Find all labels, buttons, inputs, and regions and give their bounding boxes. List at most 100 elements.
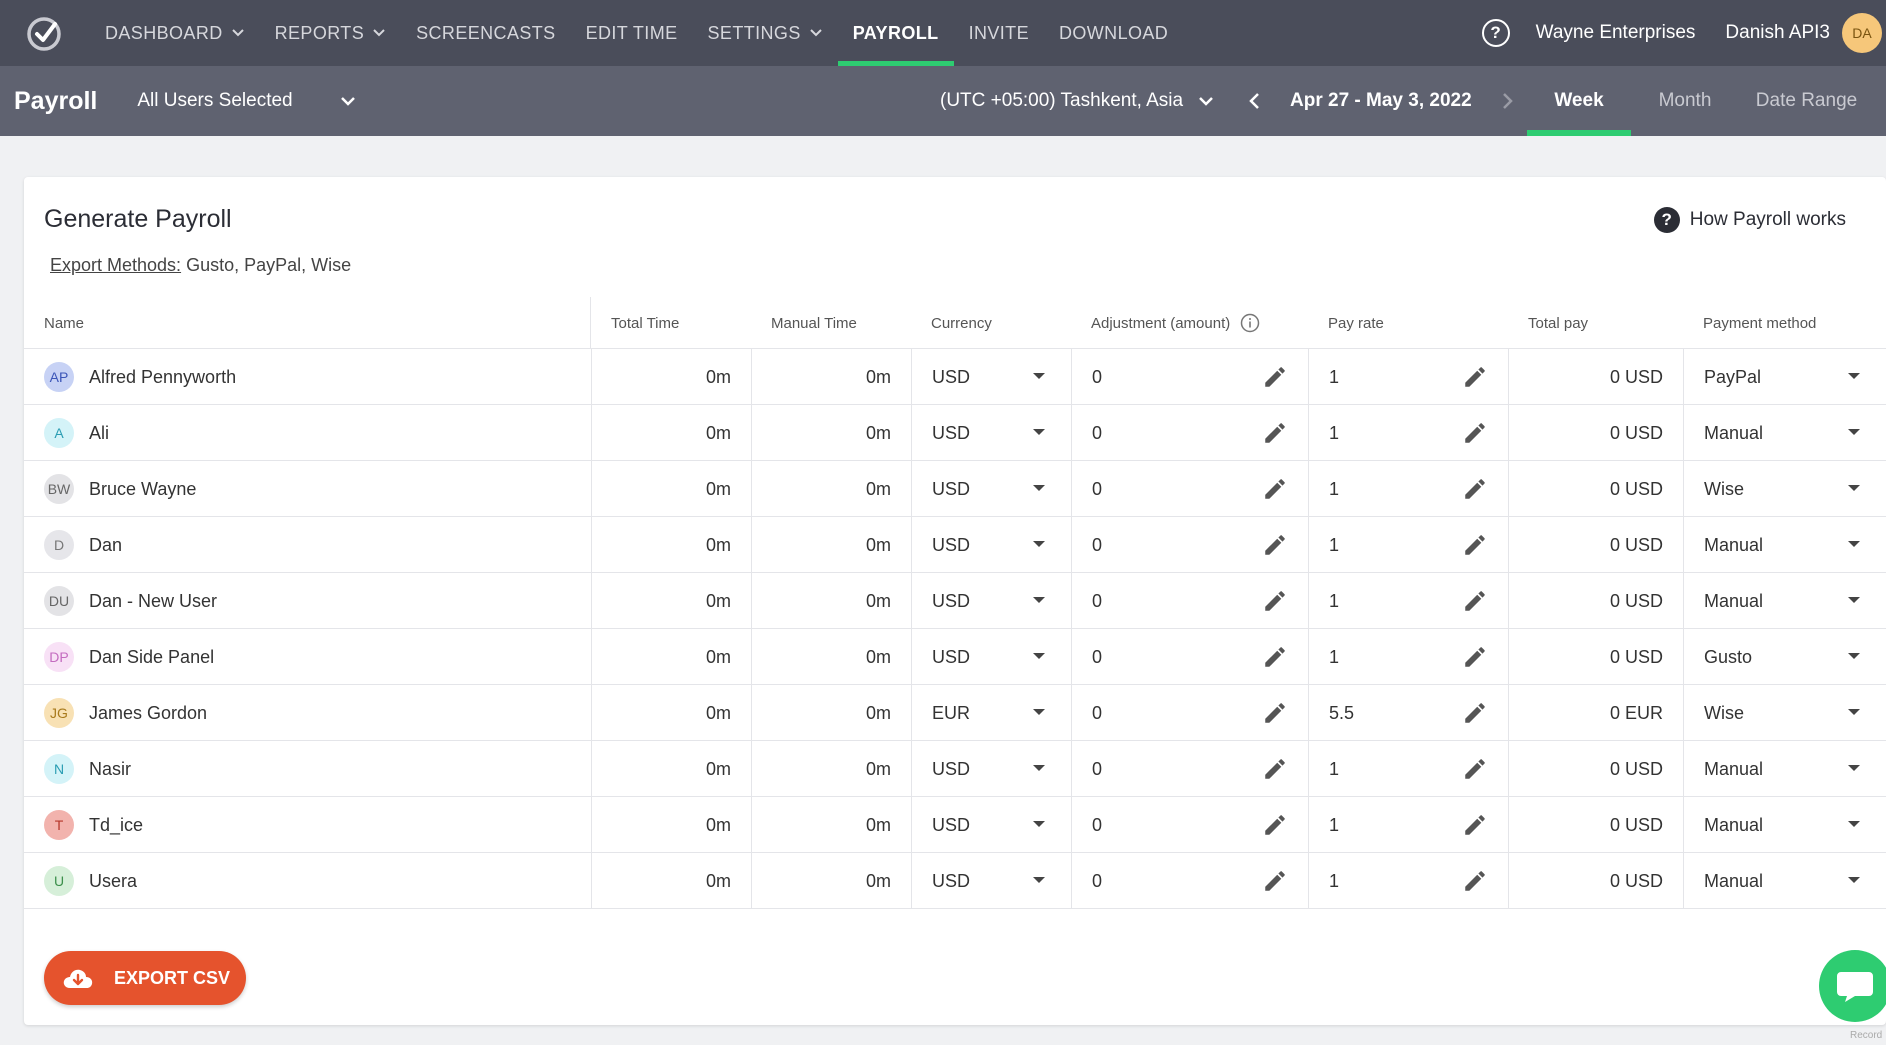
- timezone-select[interactable]: (UTC +05:00) Tashkent, Asia: [940, 66, 1215, 136]
- app-logo-icon[interactable]: [22, 11, 66, 55]
- pencil-icon[interactable]: [1262, 756, 1288, 782]
- chevron-right-icon[interactable]: [1492, 90, 1522, 112]
- user-avatar[interactable]: DA: [1842, 13, 1882, 53]
- currency-select[interactable]: USD: [911, 349, 1071, 405]
- pencil-icon[interactable]: [1462, 812, 1488, 838]
- pencil-icon[interactable]: [1262, 812, 1288, 838]
- info-icon[interactable]: [1240, 313, 1260, 333]
- payment-method-value: Manual: [1704, 758, 1764, 779]
- header-manual-time: Manual Time: [771, 314, 857, 332]
- chevron-down-icon: [810, 29, 822, 37]
- table-row: BW Bruce Wayne 0m 0m USD 0 1 0 USD Wise: [24, 461, 1886, 517]
- date-range-label[interactable]: Apr 27 - May 3, 2022: [1290, 90, 1472, 112]
- pay-rate-field: 1: [1308, 797, 1508, 853]
- nav-item-label: INVITE: [968, 22, 1029, 43]
- payment-method-select[interactable]: Manual: [1683, 517, 1886, 573]
- pencil-icon[interactable]: [1262, 588, 1288, 614]
- user-name-text: James Gordon: [89, 702, 208, 723]
- nav-item-label: DASHBOARD: [105, 22, 223, 43]
- avatar: A: [44, 418, 74, 448]
- pencil-icon[interactable]: [1262, 644, 1288, 670]
- pencil-icon[interactable]: [1262, 420, 1288, 446]
- payment-method-select[interactable]: Manual: [1683, 573, 1886, 629]
- payment-method-select[interactable]: PayPal: [1683, 349, 1886, 405]
- currency-select[interactable]: USD: [911, 573, 1071, 629]
- pencil-icon[interactable]: [1462, 756, 1488, 782]
- cell-total-time: 0m: [591, 685, 751, 741]
- cell-total-pay: 0 USD: [1508, 461, 1683, 517]
- payment-method-select[interactable]: Wise: [1683, 685, 1886, 741]
- chevron-left-icon[interactable]: [1240, 90, 1270, 112]
- nav-item-edit-time[interactable]: EDIT TIME: [571, 0, 693, 66]
- currency-select[interactable]: USD: [911, 741, 1071, 797]
- currency-select[interactable]: USD: [911, 405, 1071, 461]
- help-icon[interactable]: ?: [1481, 19, 1510, 47]
- nav-item-download[interactable]: DOWNLOAD: [1044, 0, 1183, 66]
- header-adjustment-label: Adjustment (amount): [1091, 314, 1231, 332]
- pencil-icon[interactable]: [1262, 532, 1288, 558]
- header-total-time: Total Time: [611, 314, 680, 332]
- user-name[interactable]: Danish API3: [1725, 22, 1830, 44]
- tab-week[interactable]: Week: [1527, 66, 1631, 136]
- currency-select[interactable]: USD: [911, 517, 1071, 573]
- pencil-icon[interactable]: [1462, 588, 1488, 614]
- pencil-icon[interactable]: [1462, 700, 1488, 726]
- how-payroll-works-link[interactable]: ? How Payroll works: [1653, 207, 1846, 233]
- cell-name: N Nasir: [24, 741, 591, 797]
- cell-total-pay: 0 EUR: [1508, 685, 1683, 741]
- payment-method-select[interactable]: Gusto: [1683, 629, 1886, 685]
- cell-total-time: 0m: [591, 573, 751, 629]
- cell-name: AP Alfred Pennyworth: [24, 349, 591, 405]
- cell-total-pay: 0 USD: [1508, 517, 1683, 573]
- dropdown-arrow-icon: [1033, 429, 1045, 435]
- chat-widget-button[interactable]: [1819, 950, 1886, 1022]
- users-select[interactable]: All Users Selected: [137, 90, 357, 112]
- dropdown-arrow-icon: [1848, 485, 1860, 491]
- nav-item-reports[interactable]: REPORTS: [260, 0, 402, 66]
- header-payment-method: Payment method: [1703, 314, 1817, 332]
- payment-method-value: Manual: [1704, 534, 1764, 555]
- nav-item-dashboard[interactable]: DASHBOARD: [90, 0, 260, 66]
- pencil-icon[interactable]: [1462, 476, 1488, 502]
- pay-rate-field: 1: [1308, 517, 1508, 573]
- nav-item-label: REPORTS: [274, 22, 365, 43]
- currency-select[interactable]: USD: [911, 853, 1071, 909]
- payment-method-select[interactable]: Manual: [1683, 741, 1886, 797]
- pencil-icon[interactable]: [1462, 364, 1488, 390]
- pay-rate-field: 1: [1308, 461, 1508, 517]
- nav-item-settings[interactable]: SETTINGS: [693, 0, 838, 66]
- pencil-icon[interactable]: [1462, 644, 1488, 670]
- payment-method-select[interactable]: Manual: [1683, 853, 1886, 909]
- cell-total-time: 0m: [591, 853, 751, 909]
- adjustment-field: 0: [1071, 517, 1308, 573]
- export-csv-button[interactable]: EXPORT CSV: [44, 951, 246, 1005]
- dropdown-arrow-icon: [1033, 597, 1045, 603]
- nav-item-screencasts[interactable]: SCREENCASTS: [401, 0, 570, 66]
- nav-item-payroll[interactable]: PAYROLL: [837, 0, 954, 66]
- adjustment-field: 0: [1071, 629, 1308, 685]
- pencil-icon[interactable]: [1262, 476, 1288, 502]
- payment-method-select[interactable]: Wise: [1683, 461, 1886, 517]
- payment-method-select[interactable]: Manual: [1683, 405, 1886, 461]
- pencil-icon[interactable]: [1262, 364, 1288, 390]
- dropdown-arrow-icon: [1848, 709, 1860, 715]
- pencil-icon[interactable]: [1462, 532, 1488, 558]
- currency-select[interactable]: EUR: [911, 685, 1071, 741]
- payment-method-value: Manual: [1704, 422, 1764, 443]
- currency-select[interactable]: USD: [911, 461, 1071, 517]
- pencil-icon[interactable]: [1262, 868, 1288, 894]
- adjustment-field: 0: [1071, 573, 1308, 629]
- table-row: DP Dan Side Panel 0m 0m USD 0 1 0 USD Gu…: [24, 629, 1886, 685]
- currency-select[interactable]: USD: [911, 797, 1071, 853]
- tab-month[interactable]: Month: [1631, 66, 1739, 136]
- pencil-icon[interactable]: [1462, 420, 1488, 446]
- nav-item-invite[interactable]: INVITE: [954, 0, 1044, 66]
- payment-method-select[interactable]: Manual: [1683, 797, 1886, 853]
- company-name[interactable]: Wayne Enterprises: [1536, 22, 1696, 44]
- pencil-icon[interactable]: [1462, 868, 1488, 894]
- payment-method-value: PayPal: [1704, 366, 1762, 387]
- pencil-icon[interactable]: [1262, 700, 1288, 726]
- export-methods-link[interactable]: Export Methods:: [50, 255, 181, 275]
- tab-date-range[interactable]: Date Range: [1739, 66, 1874, 136]
- currency-select[interactable]: USD: [911, 629, 1071, 685]
